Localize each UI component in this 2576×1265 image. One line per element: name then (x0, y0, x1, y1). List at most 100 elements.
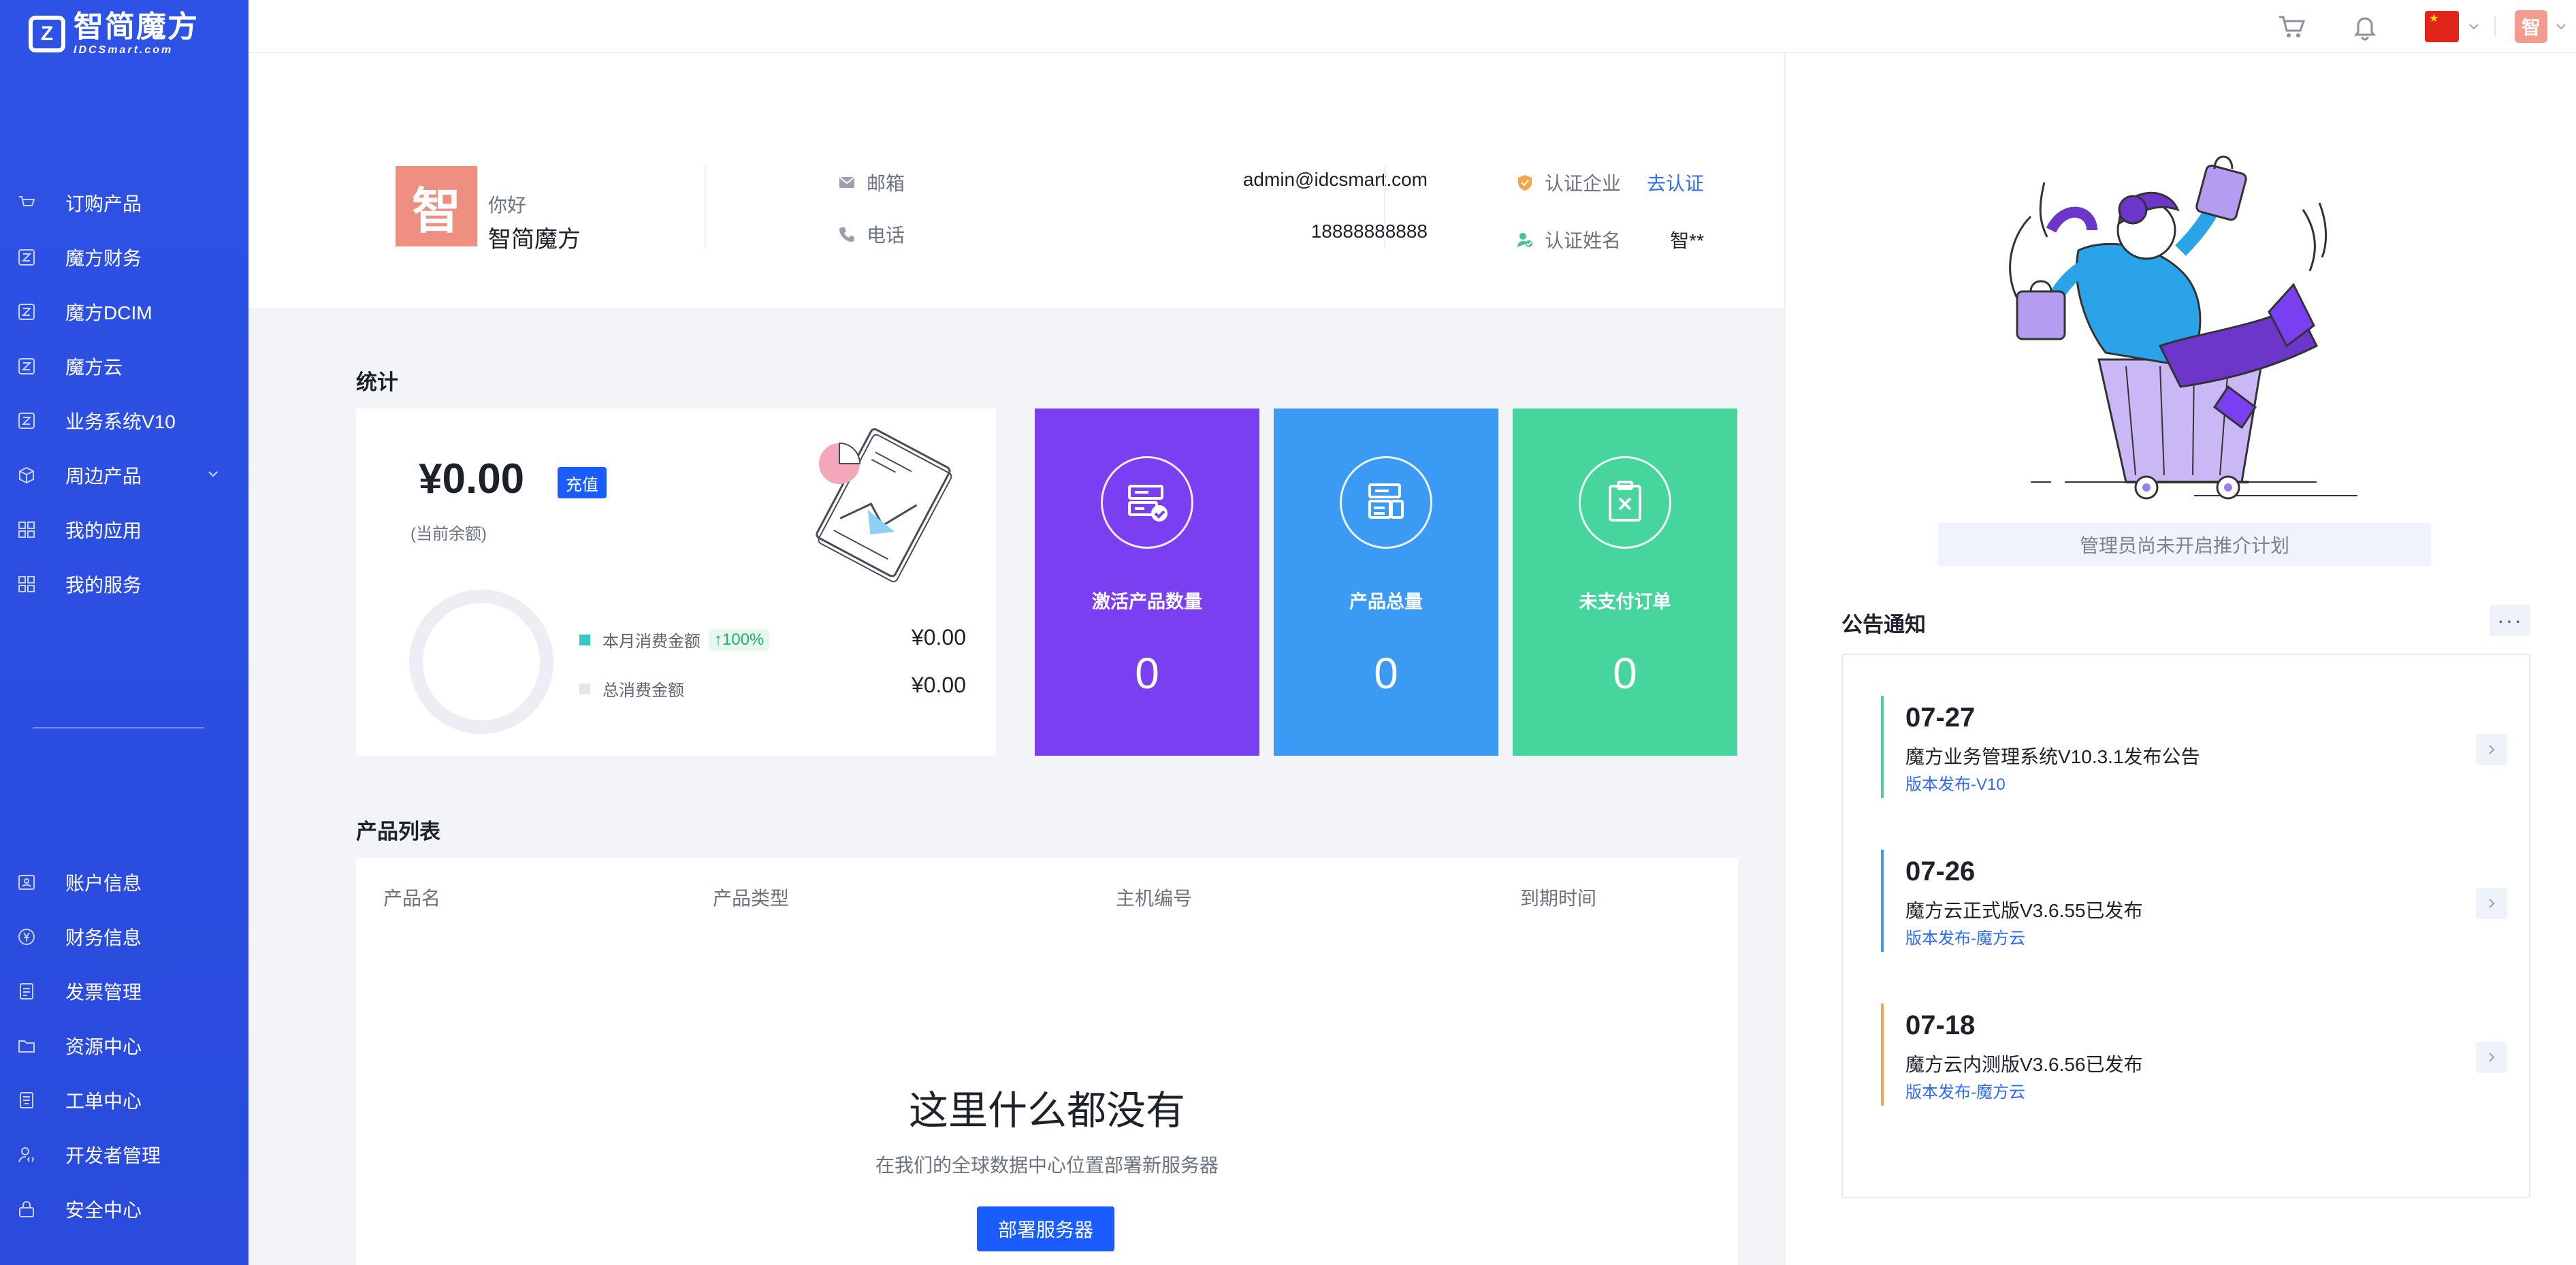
month-spend-value: ¥0.00 (911, 625, 966, 650)
column-header[interactable]: 产品类型 (713, 884, 789, 911)
month-spend-label: 本月消费金额 (602, 632, 701, 651)
announcement-title: 魔方云内测版V3.6.56已发布 (1905, 1054, 2143, 1075)
right-panel: 管理员尚未开启推介计划 公告通知 ··· 07-27 魔方业务管理系统V10.3… (1784, 53, 2576, 1265)
sidebar-item-label: 我的应用 (65, 520, 142, 541)
legend-swatch (579, 634, 590, 645)
cart-icon (2279, 16, 2306, 37)
sidebar-nav-top: 订购产品 魔方财务 魔方DCIM 魔方云 业务系统V10 周边产品 我的应用 我… (0, 176, 248, 611)
unpaid-orders-tile[interactable]: 未支付订单 0 (1513, 409, 1737, 756)
email-label-row: 邮箱 (838, 169, 905, 196)
sidebar-item-label: 业务系统V10 (65, 411, 176, 432)
sidebar-item-finance[interactable]: 魔方财务 (0, 230, 248, 285)
report-illustration (816, 428, 952, 583)
sidebar-item-resource-center[interactable]: 资源中心 (0, 1019, 248, 1073)
active-products-tile[interactable]: 激活产品数量 0 (1035, 409, 1259, 756)
sidebar-item-account-info[interactable]: 账户信息 (0, 855, 248, 910)
top-bar: ★ 智 (248, 0, 2576, 53)
chevron-right-icon[interactable] (2476, 1042, 2507, 1073)
brand-z-icon (18, 357, 35, 375)
announcement-category: 版本发布-V10 (1905, 775, 2006, 794)
sidebar-item-dcim[interactable]: 魔方DCIM (0, 285, 248, 339)
sidebar-item-label: 魔方DCIM (65, 302, 152, 323)
invoice-icon (18, 982, 35, 1000)
column-header[interactable]: 到期时间 (1520, 884, 1596, 911)
company-label-row: 认证企业 (1516, 169, 1621, 196)
product-list-title: 产品列表 (356, 820, 440, 844)
sidebar-item-peripheral-products[interactable]: 周边产品 (0, 448, 248, 502)
avatar: 智 (396, 166, 477, 246)
announcement-date: 07-26 (1905, 856, 1976, 886)
greeting-text: 你好 (488, 195, 527, 216)
sidebar-nav-bottom: 账户信息 财务信息 发票管理 资源中心 工单中心 开发者管理 安全中心 (0, 855, 248, 1236)
sidebar-item-label: 工单中心 (65, 1091, 142, 1112)
recharge-button[interactable]: 充值 (558, 467, 607, 498)
announcement-item[interactable]: 07-26 魔方云正式版V3.6.55已发布 版本发布-魔方云 (1881, 850, 2507, 952)
accent-bar (1881, 850, 1884, 952)
announcement-item[interactable]: 07-18 魔方云内测版V3.6.56已发布 版本发布-魔方云 (1881, 1004, 2507, 1106)
topbar-divider (2494, 16, 2496, 37)
email-label: 邮箱 (867, 173, 905, 194)
phone-icon (838, 225, 856, 243)
verify-company-link[interactable]: 去认证 (1647, 169, 1704, 196)
language-selector[interactable]: ★ (2425, 11, 2481, 42)
sidebar-item-label: 财务信息 (65, 927, 142, 948)
sidebar-item-cloud[interactable]: 魔方云 (0, 339, 248, 394)
chevron-right-icon[interactable] (2476, 888, 2507, 919)
chevron-down-icon (2556, 24, 2566, 30)
notification-button[interactable] (2350, 12, 2380, 42)
sidebar-item-finance-info[interactable]: 财务信息 (0, 910, 248, 964)
cart-button[interactable] (2276, 12, 2306, 42)
brand-domain: IDCSmart.com (74, 44, 174, 56)
balance-amount: ¥0.00 (419, 455, 525, 502)
brand-logo[interactable]: Z 智简魔方 IDCSmart.com (29, 12, 199, 56)
sidebar-item-label: 我的服务 (65, 575, 142, 596)
announcement-item[interactable]: 07-27 魔方业务管理系统V10.3.1发布公告 版本发布-V10 (1881, 696, 2507, 798)
balance-note: (当前余额) (410, 525, 487, 543)
sidebar: Z 智简魔方 IDCSmart.com 订购产品 魔方财务 魔方DCIM 魔方云… (0, 0, 248, 1265)
ticket-icon (18, 1091, 35, 1109)
user-menu[interactable]: 智 (2515, 10, 2568, 43)
announcement-category: 版本发布-魔方云 (1905, 1083, 2025, 1102)
chevron-right-icon[interactable] (2476, 734, 2507, 765)
brand-name: 智简魔方 (74, 10, 199, 44)
profile-divider (705, 166, 706, 248)
sidebar-item-label: 发票管理 (65, 982, 142, 1003)
stats-title: 统计 (356, 370, 398, 394)
tile-value: 0 (1613, 649, 1637, 698)
announcement-list: 07-27 魔方业务管理系统V10.3.1发布公告 版本发布-V10 07-26… (1841, 654, 2530, 1198)
user-card-icon (18, 874, 35, 891)
column-header[interactable]: 主机编号 (1116, 884, 1192, 911)
products-total-tile[interactable]: 产品总量 0 (1274, 409, 1498, 756)
accent-bar (1881, 696, 1884, 798)
realname-value: 智** (1670, 230, 1704, 251)
phone-label: 电话 (867, 225, 905, 246)
sidebar-item-business-v10[interactable]: 业务系统V10 (0, 394, 248, 448)
sidebar-item-order-products[interactable]: 订购产品 (0, 176, 248, 230)
sidebar-item-label: 账户信息 (65, 873, 142, 894)
announcement-category: 版本发布-魔方云 (1905, 929, 2025, 948)
unpaid-order-icon (1609, 481, 1641, 522)
sidebar-item-invoice[interactable]: 发票管理 (0, 964, 248, 1019)
deploy-server-button[interactable]: 部署服务器 (977, 1206, 1114, 1251)
more-announcements-button[interactable]: ··· (2490, 605, 2530, 636)
tile-value: 0 (1374, 649, 1398, 698)
total-spend-value: ¥0.00 (911, 673, 966, 697)
sidebar-divider (33, 727, 204, 728)
announcements-title: 公告通知 (1841, 613, 1926, 637)
tile-label: 未支付订单 (1579, 592, 1671, 612)
sidebar-item-my-services[interactable]: 我的服务 (0, 557, 248, 611)
lock-icon (18, 1200, 35, 1218)
phone-value: 18888888888 (1310, 221, 1428, 242)
brand-mark-icon: Z (29, 16, 65, 52)
brand-z-icon (18, 249, 35, 266)
sidebar-item-my-apps[interactable]: 我的应用 (0, 502, 248, 557)
sidebar-item-ticket-center[interactable]: 工单中心 (0, 1073, 248, 1127)
grid-icon (18, 521, 35, 539)
column-header[interactable]: 产品名 (383, 884, 440, 911)
china-flag-icon: ★ (2425, 11, 2459, 42)
sidebar-item-label: 周边产品 (65, 466, 142, 487)
sidebar-item-developer[interactable]: 开发者管理 (0, 1127, 248, 1182)
sidebar-item-security-center[interactable]: 安全中心 (0, 1182, 248, 1236)
products-total-icon (1368, 483, 1404, 519)
avatar: 智 (2515, 10, 2547, 43)
